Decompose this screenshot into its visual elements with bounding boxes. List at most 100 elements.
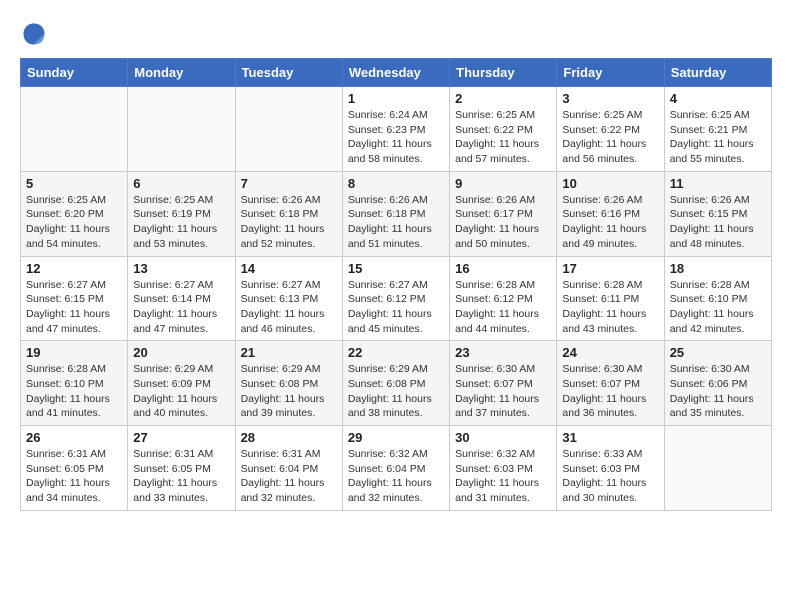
calendar-cell: 28 Sunrise: 6:31 AM Sunset: 6:04 PM Dayli… [235,426,342,511]
calendar-cell: 26 Sunrise: 6:31 AM Sunset: 6:05 PM Dayli… [21,426,128,511]
day-info: Sunrise: 6:30 AM Sunset: 6:07 PM Dayligh… [455,362,551,421]
day-number: 27 [133,430,229,445]
day-number: 12 [26,261,122,276]
day-number: 15 [348,261,444,276]
day-number: 24 [562,345,658,360]
day-number: 30 [455,430,551,445]
weekday-header: Sunday [21,59,128,87]
calendar-cell: 17 Sunrise: 6:28 AM Sunset: 6:11 PM Dayli… [557,256,664,341]
day-info: Sunrise: 6:33 AM Sunset: 6:03 PM Dayligh… [562,447,658,506]
calendar-week-row: 12 Sunrise: 6:27 AM Sunset: 6:15 PM Dayli… [21,256,772,341]
weekday-header: Monday [128,59,235,87]
calendar-cell: 15 Sunrise: 6:27 AM Sunset: 6:12 PM Dayli… [342,256,449,341]
weekday-header: Wednesday [342,59,449,87]
calendar-cell: 3 Sunrise: 6:25 AM Sunset: 6:22 PM Daylig… [557,87,664,172]
calendar-cell: 2Sunrise: 6:25 AM Sunset: 6:22 PM Daylig… [450,87,557,172]
calendar-week-row: 5 Sunrise: 6:25 AM Sunset: 6:20 PM Daylig… [21,171,772,256]
day-number: 17 [562,261,658,276]
day-info: Sunrise: 6:26 AM Sunset: 6:16 PM Dayligh… [562,193,658,252]
day-info: Sunrise: 6:26 AM Sunset: 6:18 PM Dayligh… [348,193,444,252]
day-info: Sunrise: 6:31 AM Sunset: 6:04 PM Dayligh… [241,447,337,506]
day-info: Sunrise: 6:32 AM Sunset: 6:04 PM Dayligh… [348,447,444,506]
day-info: Sunrise: 6:30 AM Sunset: 6:06 PM Dayligh… [670,362,766,421]
day-number: 16 [455,261,551,276]
day-number: 14 [241,261,337,276]
calendar-cell [664,426,771,511]
day-info: Sunrise: 6:27 AM Sunset: 6:15 PM Dayligh… [26,278,122,337]
calendar-cell: 14Sunrise: 6:27 AM Sunset: 6:13 PM Dayli… [235,256,342,341]
day-number: 19 [26,345,122,360]
weekday-header: Thursday [450,59,557,87]
day-number: 18 [670,261,766,276]
day-info: Sunrise: 6:27 AM Sunset: 6:12 PM Dayligh… [348,278,444,337]
day-number: 8 [348,176,444,191]
day-info: Sunrise: 6:31 AM Sunset: 6:05 PM Dayligh… [26,447,122,506]
calendar-week-row: 26 Sunrise: 6:31 AM Sunset: 6:05 PM Dayli… [21,426,772,511]
calendar-cell: 25 Sunrise: 6:30 AM Sunset: 6:06 PM Dayli… [664,341,771,426]
calendar-week-row: 19 Sunrise: 6:28 AM Sunset: 6:10 PM Dayli… [21,341,772,426]
calendar-cell: 16 Sunrise: 6:28 AM Sunset: 6:12 PM Dayli… [450,256,557,341]
day-info: Sunrise: 6:29 AM Sunset: 6:08 PM Dayligh… [348,362,444,421]
day-number: 5 [26,176,122,191]
day-number: 7 [241,176,337,191]
day-info: Sunrise: 6:28 AM Sunset: 6:10 PM Dayligh… [26,362,122,421]
day-number: 13 [133,261,229,276]
weekday-header: Saturday [664,59,771,87]
day-number: 23 [455,345,551,360]
day-info: Sunrise: 6:25 AM Sunset: 6:22 PM Dayligh… [455,108,551,167]
day-number: 4 [670,91,766,106]
day-info: Sunrise: 6:25 AM Sunset: 6:19 PM Dayligh… [133,193,229,252]
day-number: 21 [241,345,337,360]
calendar-cell: 19 Sunrise: 6:28 AM Sunset: 6:10 PM Dayli… [21,341,128,426]
calendar-cell: 24 Sunrise: 6:30 AM Sunset: 6:07 PM Dayli… [557,341,664,426]
calendar-cell: 4Sunrise: 6:25 AM Sunset: 6:21 PM Daylig… [664,87,771,172]
calendar-cell: 11 Sunrise: 6:26 AM Sunset: 6:15 PM Dayli… [664,171,771,256]
day-info: Sunrise: 6:30 AM Sunset: 6:07 PM Dayligh… [562,362,658,421]
day-info: Sunrise: 6:28 AM Sunset: 6:11 PM Dayligh… [562,278,658,337]
calendar-cell: 22 Sunrise: 6:29 AM Sunset: 6:08 PM Dayli… [342,341,449,426]
calendar-cell: 18 Sunrise: 6:28 AM Sunset: 6:10 PM Dayli… [664,256,771,341]
weekday-header: Tuesday [235,59,342,87]
calendar-cell: 27 Sunrise: 6:31 AM Sunset: 6:05 PM Dayli… [128,426,235,511]
day-info: Sunrise: 6:24 AM Sunset: 6:23 PM Dayligh… [348,108,444,167]
calendar-cell: 30 Sunrise: 6:32 AM Sunset: 6:03 PM Dayli… [450,426,557,511]
day-info: Sunrise: 6:25 AM Sunset: 6:20 PM Dayligh… [26,193,122,252]
day-info: Sunrise: 6:28 AM Sunset: 6:12 PM Dayligh… [455,278,551,337]
calendar-cell: 12 Sunrise: 6:27 AM Sunset: 6:15 PM Dayli… [21,256,128,341]
day-number: 3 [562,91,658,106]
day-number: 20 [133,345,229,360]
day-number: 6 [133,176,229,191]
calendar-cell: 10Sunrise: 6:26 AM Sunset: 6:16 PM Dayli… [557,171,664,256]
day-number: 25 [670,345,766,360]
day-info: Sunrise: 6:26 AM Sunset: 6:18 PM Dayligh… [241,193,337,252]
calendar-cell [235,87,342,172]
day-info: Sunrise: 6:28 AM Sunset: 6:10 PM Dayligh… [670,278,766,337]
logo-icon [20,20,48,48]
calendar-cell: 31Sunrise: 6:33 AM Sunset: 6:03 PM Dayli… [557,426,664,511]
day-info: Sunrise: 6:27 AM Sunset: 6:14 PM Dayligh… [133,278,229,337]
day-info: Sunrise: 6:32 AM Sunset: 6:03 PM Dayligh… [455,447,551,506]
calendar-week-row: 1 Sunrise: 6:24 AM Sunset: 6:23 PM Daylig… [21,87,772,172]
calendar-cell: 9Sunrise: 6:26 AM Sunset: 6:17 PM Daylig… [450,171,557,256]
calendar-cell: 1 Sunrise: 6:24 AM Sunset: 6:23 PM Daylig… [342,87,449,172]
weekday-header-row: SundayMondayTuesdayWednesdayThursdayFrid… [21,59,772,87]
day-number: 28 [241,430,337,445]
calendar-cell: 5 Sunrise: 6:25 AM Sunset: 6:20 PM Daylig… [21,171,128,256]
day-number: 22 [348,345,444,360]
day-number: 1 [348,91,444,106]
day-number: 11 [670,176,766,191]
day-number: 26 [26,430,122,445]
calendar-cell: 23 Sunrise: 6:30 AM Sunset: 6:07 PM Dayli… [450,341,557,426]
weekday-header: Friday [557,59,664,87]
calendar-cell: 8 Sunrise: 6:26 AM Sunset: 6:18 PM Daylig… [342,171,449,256]
day-number: 9 [455,176,551,191]
page-header [20,20,772,48]
calendar-cell: 6 Sunrise: 6:25 AM Sunset: 6:19 PM Daylig… [128,171,235,256]
day-info: Sunrise: 6:29 AM Sunset: 6:09 PM Dayligh… [133,362,229,421]
calendar-cell: 20 Sunrise: 6:29 AM Sunset: 6:09 PM Dayli… [128,341,235,426]
day-info: Sunrise: 6:26 AM Sunset: 6:15 PM Dayligh… [670,193,766,252]
day-info: Sunrise: 6:25 AM Sunset: 6:22 PM Dayligh… [562,108,658,167]
day-info: Sunrise: 6:31 AM Sunset: 6:05 PM Dayligh… [133,447,229,506]
day-number: 29 [348,430,444,445]
calendar-cell: 21Sunrise: 6:29 AM Sunset: 6:08 PM Dayli… [235,341,342,426]
